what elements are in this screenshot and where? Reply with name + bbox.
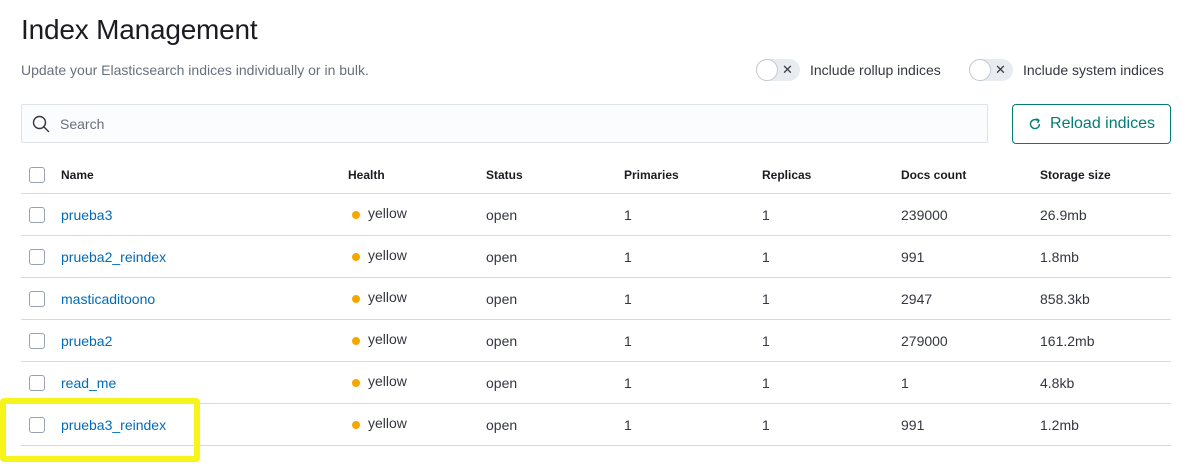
table-row: read_me yellow open 1 1 1 4.8kb (21, 362, 1171, 404)
health-status-dot (352, 336, 360, 345)
replicas-cell: 1 (762, 290, 770, 307)
health-text: yellow (368, 330, 407, 347)
index-name-link[interactable]: prueba3 (61, 194, 112, 235)
column-header-storage-size[interactable]: Storage size (1040, 156, 1111, 193)
status-cell: open (486, 248, 518, 265)
cross-icon: ✕ (995, 62, 1006, 77)
replicas-cell: 1 (762, 206, 770, 223)
system-switch[interactable]: ✕ (969, 59, 1013, 81)
docs-count-cell: 991 (901, 416, 925, 433)
row-checkbox[interactable] (29, 416, 45, 433)
health-status-dot (352, 378, 360, 387)
health-cell: yellow (348, 194, 407, 235)
health-cell: yellow (348, 278, 407, 319)
cross-icon: ✕ (782, 62, 793, 77)
docs-count-cell: 1 (901, 374, 909, 391)
rollup-toggle-label: Include rollup indices (810, 62, 941, 78)
health-cell: yellow (348, 404, 407, 445)
storage-size-cell: 26.9mb (1040, 206, 1087, 223)
health-cell: yellow (348, 236, 407, 277)
health-cell: yellow (348, 362, 407, 403)
switch-knob (756, 59, 778, 81)
column-header-docs-count[interactable]: Docs count (901, 156, 966, 193)
column-header-replicas[interactable]: Replicas (762, 156, 811, 193)
docs-count-cell: 991 (901, 248, 925, 265)
health-text: yellow (368, 414, 407, 431)
storage-size-cell: 161.2mb (1040, 332, 1095, 349)
row-checkbox[interactable] (29, 248, 45, 265)
rollup-switch[interactable]: ✕ (756, 59, 800, 81)
table-body: prueba3 yellow open 1 1 239000 26.9mb prueba2_r… (21, 194, 1171, 446)
status-cell: open (486, 290, 518, 307)
docs-count-cell: 2947 (901, 290, 933, 307)
column-header-status[interactable]: Status (486, 156, 523, 193)
table-row: prueba2 yellow open 1 1 279000 161.2mb (21, 320, 1171, 362)
row-checkbox[interactable] (29, 290, 45, 307)
search-input[interactable] (60, 105, 960, 142)
index-name-link[interactable]: prueba3_reindex (61, 404, 166, 445)
index-name-link[interactable]: read_me (61, 362, 116, 403)
health-text: yellow (368, 372, 407, 389)
storage-size-cell: 1.8mb (1040, 248, 1079, 265)
replicas-cell: 1 (762, 332, 770, 349)
health-text: yellow (368, 204, 407, 221)
health-status-dot (352, 210, 360, 219)
switch-knob (969, 59, 991, 81)
primaries-cell: 1 (624, 206, 632, 223)
page-title: Index Management (21, 14, 258, 45)
reload-indices-button[interactable]: Reload indices (1012, 104, 1171, 144)
table-row: prueba3_reindex yellow open 1 1 991 1.2mb (21, 404, 1171, 446)
health-status-dot (352, 294, 360, 303)
row-checkbox[interactable] (29, 374, 45, 391)
primaries-cell: 1 (624, 374, 632, 391)
health-text: yellow (368, 246, 407, 263)
select-all-checkbox[interactable] (29, 166, 45, 183)
primaries-cell: 1 (624, 290, 632, 307)
health-cell: yellow (348, 320, 407, 361)
status-cell: open (486, 374, 518, 391)
replicas-cell: 1 (762, 416, 770, 433)
refresh-icon (1029, 118, 1041, 130)
column-header-primaries[interactable]: Primaries (624, 156, 679, 193)
reload-indices-label: Reload indices (1050, 115, 1155, 132)
index-name-link[interactable]: masticaditoono (61, 278, 155, 319)
page-subtitle: Update your Elasticsearch indices indivi… (21, 62, 369, 78)
include-system-toggle[interactable]: ✕ Include system indices (969, 59, 1164, 81)
include-rollup-toggle[interactable]: ✕ Include rollup indices (756, 59, 941, 81)
index-name-link[interactable]: prueba2_reindex (61, 236, 166, 277)
column-header-health[interactable]: Health (348, 156, 385, 193)
row-checkbox[interactable] (29, 206, 45, 223)
primaries-cell: 1 (624, 416, 632, 433)
search-icon (32, 115, 50, 133)
replicas-cell: 1 (762, 248, 770, 265)
row-checkbox[interactable] (29, 332, 45, 349)
status-cell: open (486, 206, 518, 223)
storage-size-cell: 858.3kb (1040, 290, 1090, 307)
status-cell: open (486, 416, 518, 433)
column-header-name[interactable]: Name (61, 156, 94, 193)
replicas-cell: 1 (762, 374, 770, 391)
health-text: yellow (368, 288, 407, 305)
system-toggle-label: Include system indices (1023, 62, 1164, 78)
index-name-link[interactable]: prueba2 (61, 320, 112, 361)
table-header: Name Health Status Primaries Replicas Do… (21, 156, 1171, 194)
primaries-cell: 1 (624, 248, 632, 265)
table-row: masticaditoono yellow open 1 1 2947 858.3kb (21, 278, 1171, 320)
primaries-cell: 1 (624, 332, 632, 349)
storage-size-cell: 4.8kb (1040, 374, 1075, 391)
health-status-dot (352, 252, 360, 261)
table-row: prueba2_reindex yellow open 1 1 991 1.8mb (21, 236, 1171, 278)
docs-count-cell: 239000 (901, 206, 948, 223)
storage-size-cell: 1.2mb (1040, 416, 1079, 433)
indices-table: Name Health Status Primaries Replicas Do… (21, 156, 1171, 446)
status-cell: open (486, 332, 518, 349)
docs-count-cell: 279000 (901, 332, 948, 349)
search-box[interactable] (21, 104, 988, 143)
table-row: prueba3 yellow open 1 1 239000 26.9mb (21, 194, 1171, 236)
health-status-dot (352, 420, 360, 429)
